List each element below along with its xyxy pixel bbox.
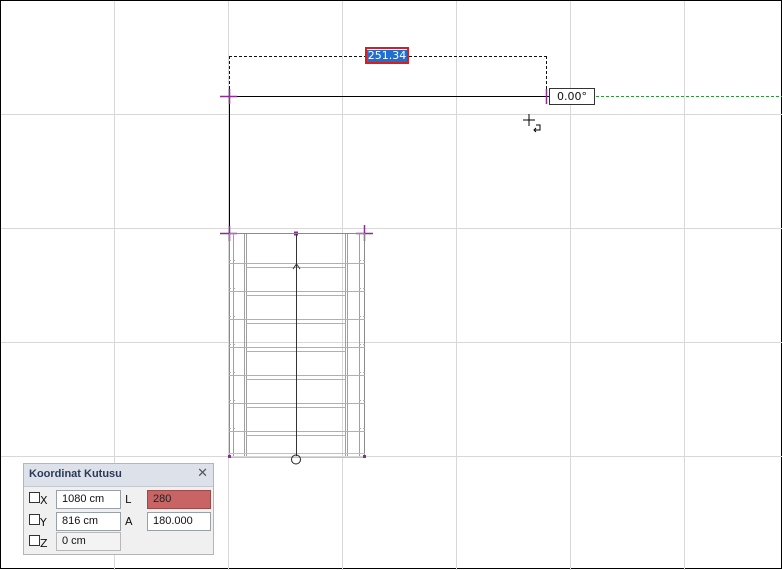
dimension-length-input[interactable]: 251.34 — [365, 47, 409, 64]
axis-label-z: Z — [40, 537, 48, 550]
angle-input[interactable]: 180.000 — [147, 512, 211, 531]
length-input[interactable]: 280 — [147, 490, 211, 509]
staircase[interactable] — [228, 233, 366, 465]
z-coordinate-input[interactable]: 0 cm — [56, 532, 121, 551]
coordinate-panel-title: Koordinat Kutusu — [29, 468, 122, 480]
lock-z-checkbox[interactable] — [29, 535, 40, 546]
lock-x-checkbox[interactable] — [29, 492, 40, 503]
lock-y-checkbox[interactable] — [29, 514, 40, 525]
x-coordinate-input[interactable]: 1080 cm — [56, 490, 121, 509]
param-label-l: L — [125, 493, 132, 506]
axis-label-y: Y — [40, 516, 47, 529]
wall-lines — [220, 89, 549, 239]
axis-label-x: X — [40, 494, 48, 507]
coordinate-panel: Koordinat Kutusu ✕ X 1080 cm L 280 Y 816… — [23, 463, 214, 555]
snap-handles[interactable] — [220, 89, 548, 241]
angle-readout[interactable]: 0.00° — [549, 88, 595, 105]
crosshair-cursor-icon — [523, 114, 541, 133]
drawing-canvas[interactable]: 251.34 0.00° Koordinat Kutusu ✕ X 1080 c… — [0, 0, 782, 570]
dimension-length-value: 251.34 — [366, 48, 408, 62]
y-coordinate-input[interactable]: 816 cm — [56, 512, 121, 531]
param-label-a: A — [125, 515, 133, 528]
close-icon[interactable]: ✕ — [197, 466, 208, 481]
coordinate-panel-titlebar[interactable]: Koordinat Kutusu ✕ — [24, 464, 213, 487]
